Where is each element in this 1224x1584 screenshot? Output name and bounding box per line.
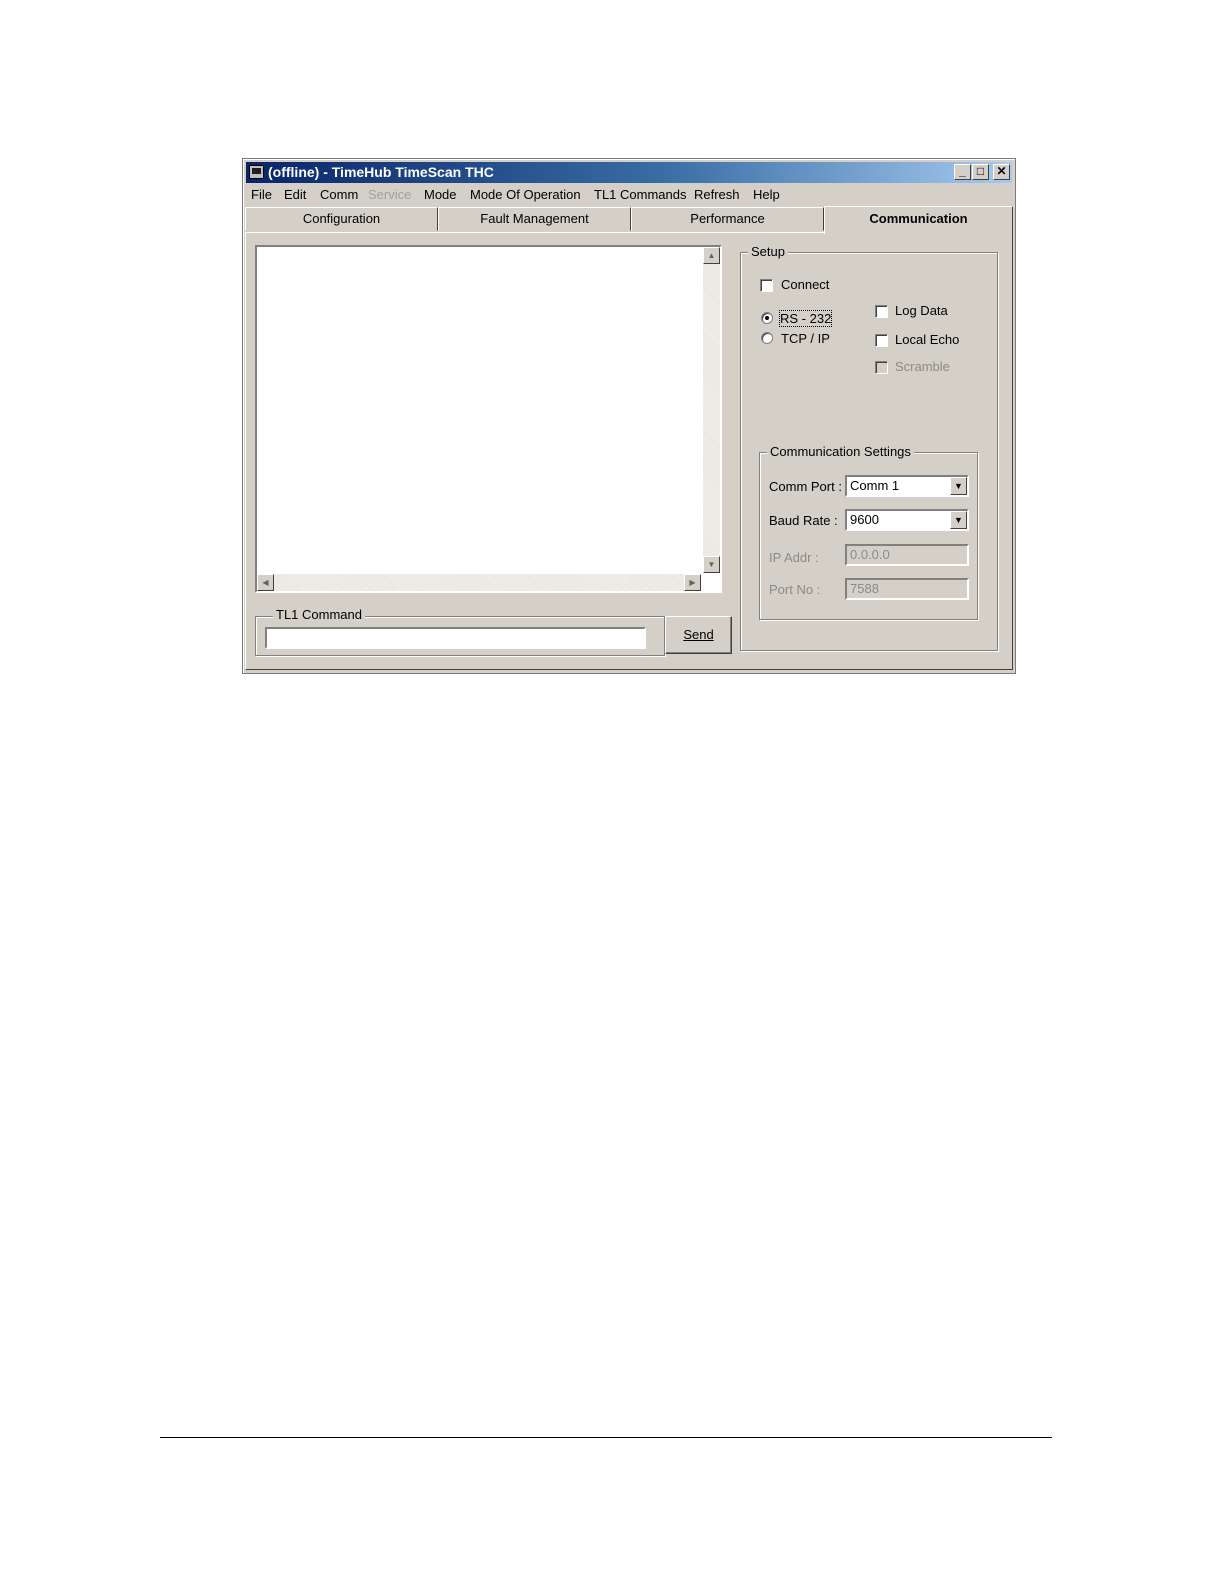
maximize-button[interactable]: □ (972, 164, 989, 180)
scramble-label: Scramble (895, 359, 950, 374)
tab-fault-management[interactable]: Fault Management (438, 207, 631, 231)
connect-label: Connect (781, 277, 830, 292)
comm-port-select[interactable]: Comm 1 ▼ (845, 475, 969, 497)
menu-service: Service (368, 187, 412, 202)
setup-label: Setup (748, 244, 788, 259)
menu-mode[interactable]: Mode (424, 187, 457, 202)
tcpip-radio[interactable] (761, 332, 773, 344)
baud-rate-value: 9600 (850, 512, 879, 527)
menu-bar: File Edit Comm Service Mode Mode Of Oper… (246, 185, 1012, 205)
rs232-label: RS - 232 (778, 310, 833, 327)
chevron-down-icon[interactable]: ▼ (950, 477, 967, 495)
menu-comm[interactable]: Comm (320, 187, 358, 202)
tl1-command-label: TL1 Command (273, 607, 365, 622)
local-echo-checkbox[interactable] (875, 334, 888, 347)
rs232-radio[interactable] (761, 312, 773, 324)
port-no-label: Port No : (769, 582, 821, 597)
baud-rate-select[interactable]: 9600 ▼ (845, 509, 969, 531)
tab-communication[interactable]: Communication (824, 206, 1013, 234)
close-button[interactable]: ✕ (993, 164, 1010, 180)
send-button[interactable]: Send (665, 616, 732, 654)
horizontal-scrollbar[interactable]: ◀ ▶ (257, 574, 701, 591)
menu-tl1-commands[interactable]: TL1 Commands (594, 187, 686, 202)
window-title: (offline) - TimeHub TimeScan THC (268, 164, 494, 180)
log-data-checkbox[interactable] (875, 305, 888, 318)
comm-port-value: Comm 1 (850, 478, 900, 493)
minimize-button[interactable]: _ (954, 164, 971, 180)
page-footer-rule (160, 1437, 1052, 1438)
scroll-up-arrow-icon[interactable]: ▲ (703, 247, 720, 264)
tab-configuration[interactable]: Configuration (245, 207, 438, 231)
scroll-left-arrow-icon[interactable]: ◀ (257, 574, 274, 591)
scroll-right-arrow-icon[interactable]: ▶ (684, 574, 701, 591)
app-window: (offline) - TimeHub TimeScan THC _ □ ✕ F… (242, 158, 1016, 674)
communication-settings-label: Communication Settings (767, 444, 914, 459)
log-data-label: Log Data (895, 303, 948, 318)
vertical-scrollbar[interactable]: ▲ ▼ (703, 247, 720, 573)
local-echo-label: Local Echo (895, 332, 960, 347)
connect-checkbox[interactable] (760, 279, 773, 292)
comm-port-label: Comm Port : (769, 479, 842, 494)
ip-addr-field: 0.0.0.0 (845, 544, 969, 566)
baud-rate-label: Baud Rate : (769, 513, 838, 528)
tcpip-label: TCP / IP (781, 331, 830, 346)
menu-file[interactable]: File (251, 187, 272, 202)
tl1-command-input[interactable] (265, 627, 646, 649)
ip-addr-label: IP Addr : (769, 550, 819, 565)
scroll-down-arrow-icon[interactable]: ▼ (703, 556, 720, 573)
title-bar[interactable]: (offline) - TimeHub TimeScan THC _ □ ✕ (246, 162, 1012, 183)
menu-help[interactable]: Help (753, 187, 780, 202)
scramble-checkbox (875, 361, 888, 374)
tab-performance[interactable]: Performance (631, 207, 824, 231)
chevron-down-icon[interactable]: ▼ (950, 511, 967, 529)
output-text-area[interactable]: ▲ ▼ ◀ ▶ (255, 245, 722, 593)
menu-refresh[interactable]: Refresh (694, 187, 740, 202)
menu-edit[interactable]: Edit (284, 187, 306, 202)
port-no-field: 7588 (845, 578, 969, 600)
menu-mode-of-operation[interactable]: Mode Of Operation (470, 187, 581, 202)
app-monitor-icon (249, 165, 264, 179)
